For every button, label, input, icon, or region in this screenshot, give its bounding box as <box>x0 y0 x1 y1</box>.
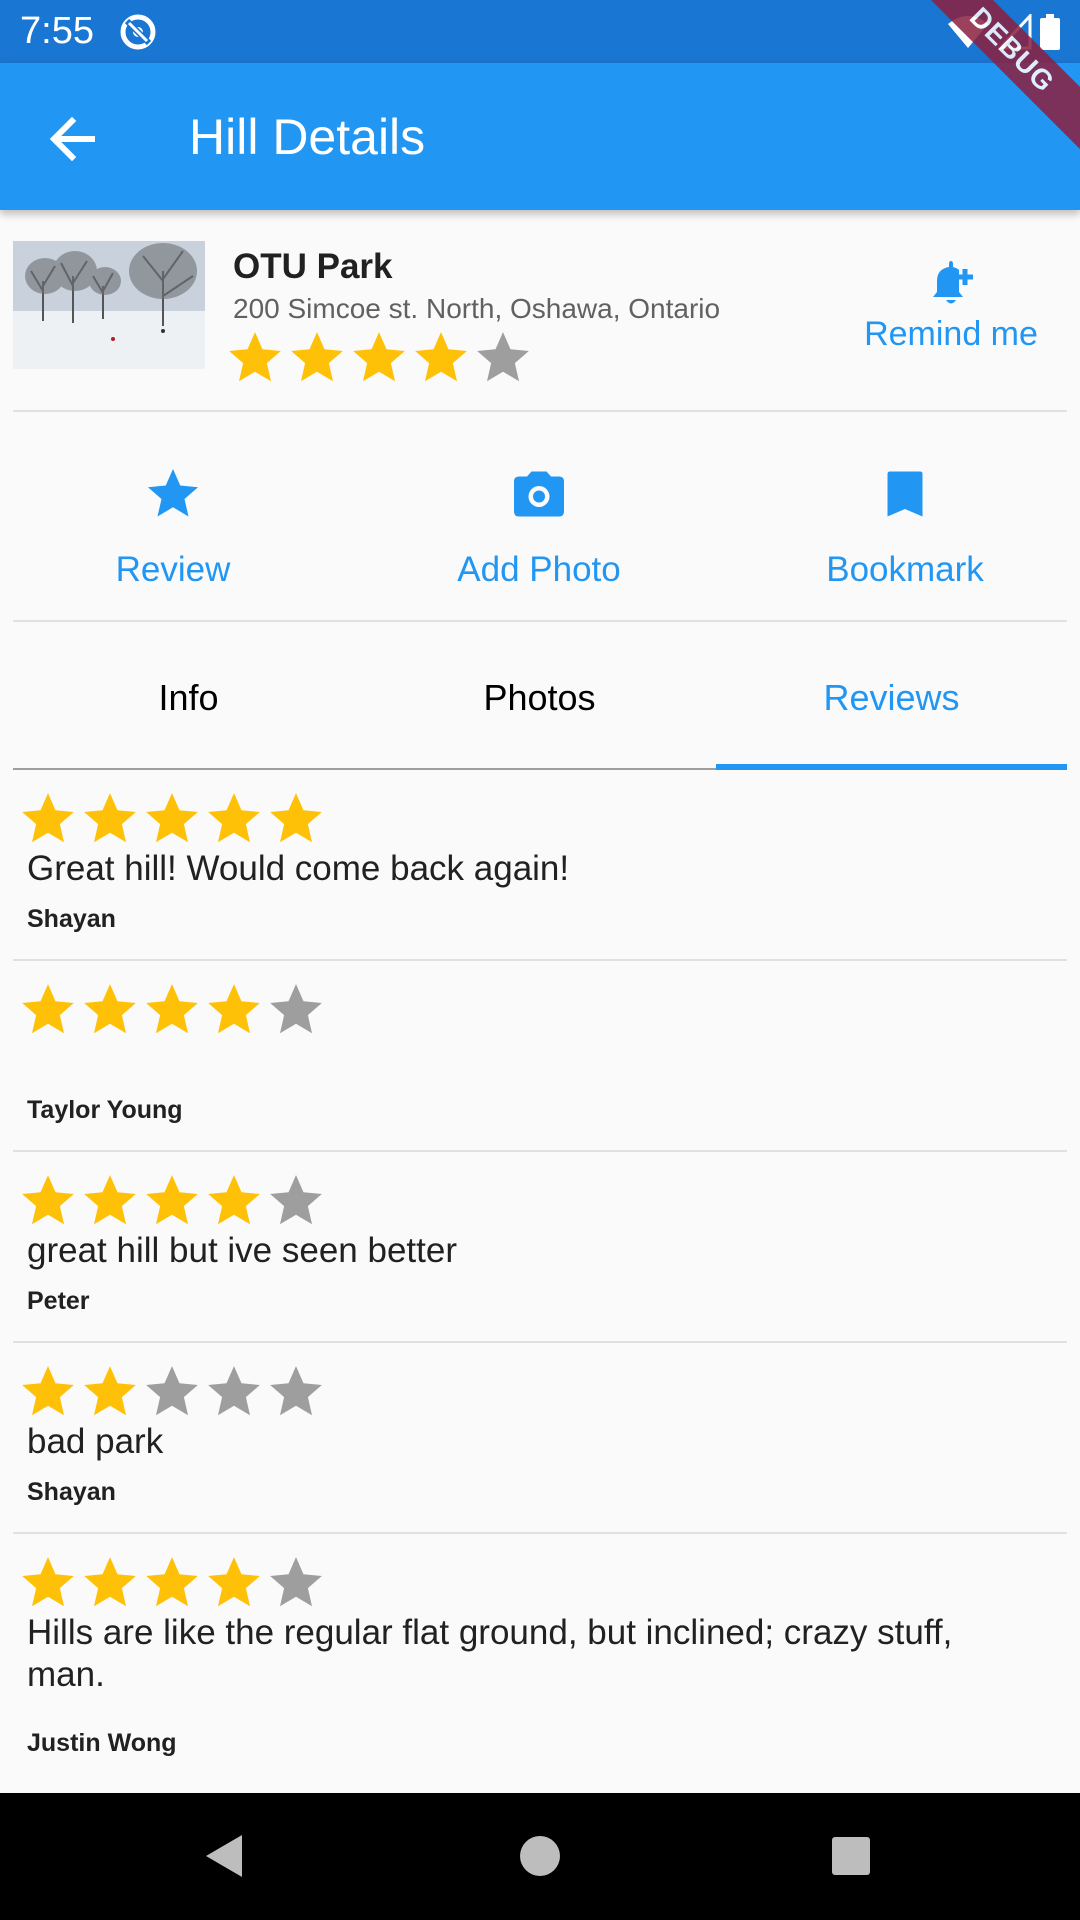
tab-info[interactable]: Info <box>13 677 364 719</box>
nav-recents-icon[interactable] <box>826 1831 876 1881</box>
star-filled-icon <box>146 793 198 843</box>
review-text: bad park <box>27 1422 164 1461</box>
bookmark-icon <box>887 471 923 517</box>
star-filled-icon <box>208 1557 260 1607</box>
star-empty-icon <box>146 1366 198 1416</box>
star-filled-icon <box>291 332 343 382</box>
action-row: Review Add Photo Bookmark <box>13 412 1067 622</box>
review-author: Shayan <box>27 905 116 933</box>
review-rating <box>17 979 327 1041</box>
review-text: Great hill! Would come back again! <box>27 849 570 888</box>
review-item: bad park Shayan <box>13 1343 1067 1534</box>
review-author: Taylor Young <box>27 1096 183 1124</box>
review-rating <box>17 788 327 850</box>
battery-icon <box>1040 14 1060 50</box>
review-item: Great hill! Would come back again! Shaya… <box>13 770 1067 961</box>
tab-reviews[interactable]: Reviews <box>716 677 1067 719</box>
star-empty-icon <box>477 332 529 382</box>
star-filled-icon <box>22 984 74 1034</box>
review-author: Justin Wong <box>27 1729 177 1757</box>
star-empty-icon <box>270 1557 322 1607</box>
star-filled-icon <box>22 1557 74 1607</box>
review-button[interactable]: Review <box>23 464 323 590</box>
review-rating <box>17 1361 327 1423</box>
star-filled-icon <box>353 332 405 382</box>
bookmark-button-label: Bookmark <box>826 550 984 589</box>
tab-bar: Info Photos Reviews <box>13 622 1067 770</box>
review-author: Peter <box>27 1287 90 1315</box>
star-filled-icon <box>208 793 260 843</box>
review-button-label: Review <box>115 550 231 589</box>
nav-back-icon[interactable] <box>200 1831 250 1881</box>
review-item: great hill but ive seen better Peter <box>13 1152 1067 1343</box>
star-filled-icon <box>208 984 260 1034</box>
status-time: 7:55 <box>20 10 94 52</box>
hill-rating <box>224 327 534 389</box>
star-filled-icon <box>146 984 198 1034</box>
review-rating <box>17 1552 327 1614</box>
review-author: Shayan <box>27 1478 116 1506</box>
review-item: Taylor Young <box>13 961 1067 1152</box>
star-filled-icon <box>22 793 74 843</box>
star-empty-icon <box>270 1366 322 1416</box>
hill-thumbnail <box>13 241 205 369</box>
star-empty-icon <box>270 984 322 1034</box>
star-filled-icon <box>84 1175 136 1225</box>
review-list: Great hill! Would come back again! Shaya… <box>13 770 1067 1757</box>
star-filled-icon <box>229 332 281 382</box>
star-filled-icon <box>270 793 322 843</box>
sync-icon <box>120 14 156 50</box>
add-photo-button[interactable]: Add Photo <box>389 464 689 590</box>
star-filled-icon <box>84 1366 136 1416</box>
status-bar: 7:55 <box>0 0 1080 63</box>
back-arrow-icon[interactable] <box>44 111 100 167</box>
review-text: great hill but ive seen better <box>27 1231 457 1270</box>
star-filled-icon <box>146 1557 198 1607</box>
page-title: Hill Details <box>189 109 426 165</box>
remind-me-label: Remind me <box>864 315 1038 353</box>
hill-name: OTU Park <box>233 247 393 286</box>
camera-icon <box>514 471 564 517</box>
star-empty-icon <box>270 1175 322 1225</box>
bell-plus-icon <box>933 261 973 304</box>
bookmark-button[interactable]: Bookmark <box>755 464 1055 590</box>
star-filled-icon <box>208 1175 260 1225</box>
nav-home-icon[interactable] <box>515 1831 565 1881</box>
star-filled-icon <box>146 1175 198 1225</box>
star-filled-icon <box>22 1175 74 1225</box>
add-photo-button-label: Add Photo <box>457 550 621 589</box>
star-filled-icon <box>84 1557 136 1607</box>
remind-me-button[interactable]: Remind me <box>851 255 1051 354</box>
star-filled-icon <box>84 793 136 843</box>
hill-address: 200 Simcoe st. North, Oshawa, Ontario <box>233 293 721 324</box>
system-nav-bar <box>0 1793 1080 1920</box>
star-filled-icon <box>84 984 136 1034</box>
star-filled-icon <box>22 1366 74 1416</box>
review-rating <box>17 1170 327 1232</box>
star-filled-icon <box>415 332 467 382</box>
app-bar: Hill Details <box>0 63 1080 210</box>
hill-header: OTU Park 200 Simcoe st. North, Oshawa, O… <box>13 235 1067 412</box>
tab-photos[interactable]: Photos <box>364 677 715 719</box>
star-empty-icon <box>208 1366 260 1416</box>
review-text: Hills are like the regular flat ground, … <box>27 1613 953 1694</box>
star-icon <box>148 469 198 517</box>
